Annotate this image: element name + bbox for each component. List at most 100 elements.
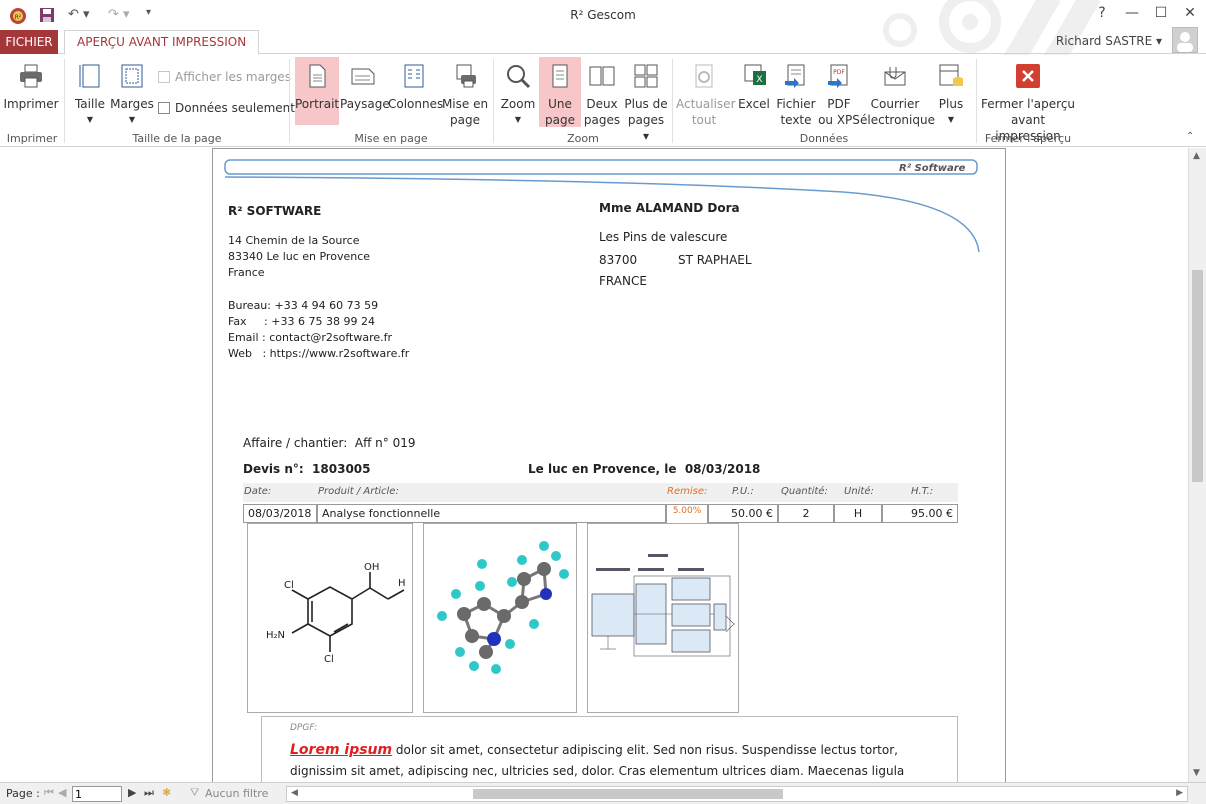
group-donnees: Données xyxy=(799,132,849,145)
dpgf-label: DPGF: xyxy=(290,723,318,733)
lorem-heading: Lorem ipsum xyxy=(290,742,393,758)
minimize-button[interactable]: — xyxy=(1118,5,1146,21)
cell-pu: 50.00 € xyxy=(708,504,778,523)
collapse-ribbon-icon[interactable]: ⌃ xyxy=(1186,131,1194,142)
more-export-button[interactable]: Plus ▼ xyxy=(931,57,971,127)
company-web: Web : https://www.r2software.fr xyxy=(228,347,410,360)
close-icon xyxy=(1016,64,1040,88)
group-taille-de-la-page: Taille de la page xyxy=(132,132,222,145)
company-name: R² SOFTWARE xyxy=(228,204,322,218)
table-header: Date: Produit / Article: Remise: P.U.: Q… xyxy=(243,483,958,502)
chevron-down-icon: ▼ xyxy=(86,115,94,124)
user-name[interactable]: Richard SASTRE ▾ xyxy=(1056,34,1162,48)
zoom-button[interactable]: Zoom ▼ xyxy=(498,57,538,127)
cell-date: 08/03/2018 xyxy=(243,504,317,523)
more-pages-button[interactable]: Plus de pages ▾ xyxy=(623,57,669,143)
separator xyxy=(672,59,673,143)
tab-apercu-avant-impression[interactable]: APERÇU AVANT IMPRESSION xyxy=(64,30,260,55)
print-button[interactable]: Imprimer xyxy=(2,57,60,127)
col-unit: Unité: xyxy=(844,486,874,497)
user-icon xyxy=(1177,32,1193,52)
prev-page-icon[interactable]: ◀ xyxy=(58,786,66,799)
more-pages-icon xyxy=(634,64,658,88)
two-pages-button[interactable]: Deux pages xyxy=(582,57,622,127)
next-page-icon[interactable]: ▶ xyxy=(128,786,136,799)
image-chemical-structure: OH H Cl H₂N Cl xyxy=(247,523,413,713)
new-record-icon[interactable]: ✱ xyxy=(162,786,171,799)
separator xyxy=(289,59,290,143)
lorem-line-2: dignissim sit amet, adipiscing nec, ultr… xyxy=(290,764,905,778)
filter-status[interactable]: Aucun filtre xyxy=(205,787,268,800)
database-export-icon xyxy=(939,64,963,86)
maximize-button[interactable]: ☐ xyxy=(1147,5,1175,21)
place-date: Le luc en Provence, le 08/03/2018 xyxy=(528,462,761,476)
portrait-button[interactable]: Portrait xyxy=(295,57,339,125)
checkbox-box xyxy=(158,71,170,83)
margins-button[interactable]: Marges ▼ xyxy=(110,57,154,127)
filter-icon[interactable]: ⛛ xyxy=(190,786,199,800)
help-button[interactable]: ? xyxy=(1088,5,1116,21)
svg-text:H: H xyxy=(398,578,406,589)
landscape-button[interactable]: Paysage xyxy=(340,57,390,127)
columns-button[interactable]: Colonnes xyxy=(388,57,443,127)
horizontal-scrollbar[interactable]: ◀ ▶ xyxy=(286,786,1188,802)
checkbox-box xyxy=(158,102,170,114)
page-setup-button[interactable]: Mise en page xyxy=(441,57,489,127)
cell-product: Analyse fonctionnelle xyxy=(317,504,666,523)
avatar[interactable] xyxy=(1172,27,1198,53)
one-page-icon xyxy=(552,64,568,88)
svg-text:Cl: Cl xyxy=(324,654,334,665)
close-window-button[interactable]: ✕ xyxy=(1176,5,1204,21)
email-attachment-icon xyxy=(884,67,906,86)
chevron-down-icon: ▼ xyxy=(514,115,522,124)
image-molecule-3d xyxy=(423,523,577,713)
hscroll-thumb[interactable] xyxy=(473,789,783,799)
lorem-line-1: Lorem ipsum dolor sit amet, consectetur … xyxy=(290,742,898,758)
page-number-input[interactable] xyxy=(72,786,122,802)
vertical-scrollbar[interactable]: ▲ ▼ xyxy=(1188,148,1206,782)
svg-text:OH: OH xyxy=(364,562,379,573)
cell-ht: 95.00 € xyxy=(882,504,958,523)
data-only-checkbox[interactable]: Données seulement xyxy=(158,101,295,115)
group-imprimer: Imprimer xyxy=(6,132,58,145)
show-margins-checkbox[interactable]: Afficher les marges xyxy=(158,70,291,84)
ribbon-tabs: FICHIER APERÇU AVANT IMPRESSION Richard … xyxy=(0,30,1206,55)
two-pages-icon xyxy=(589,66,615,86)
text-file-button[interactable]: Fichier texte xyxy=(775,57,817,127)
company-country: France xyxy=(228,266,265,279)
tab-fichier[interactable]: FICHIER xyxy=(0,30,58,54)
scroll-thumb[interactable] xyxy=(1192,270,1203,482)
scroll-up-icon[interactable]: ▲ xyxy=(1193,151,1200,161)
last-page-icon[interactable]: ⏭ xyxy=(144,786,154,800)
title-bar: R² ↶ ▾ ↷ ▾ ▾ R² Gescom ? — ☐ ✕ xyxy=(0,0,1206,60)
devis-number: Devis n°: 1803005 xyxy=(243,462,371,476)
margins-icon xyxy=(121,64,143,88)
size-button[interactable]: Taille ▼ xyxy=(70,57,110,127)
excel-button[interactable]: X Excel xyxy=(734,57,774,127)
pdf-xps-button[interactable]: PDF PDF ou XPS xyxy=(818,57,860,127)
separator xyxy=(976,59,977,143)
chevron-down-icon: ▼ xyxy=(128,115,136,124)
status-bar: Page : ⏮ ◀ ▶ ⏭ ✱ ⛛ Aucun filtre ◀ ▶ xyxy=(0,782,1206,804)
scroll-right-icon[interactable]: ▶ xyxy=(1176,788,1183,798)
cell-unit: H xyxy=(834,504,882,523)
refresh-all-button[interactable]: Actualiser tout xyxy=(676,57,736,127)
dpgf-block: DPGF: Lorem ipsum dolor sit amet, consec… xyxy=(261,716,958,787)
email-button[interactable]: Courrier électronique xyxy=(860,57,935,127)
col-discount: Remise: xyxy=(667,486,708,497)
scroll-down-icon[interactable]: ▼ xyxy=(1193,768,1200,778)
refresh-icon xyxy=(695,64,713,88)
pdf-icon: PDF xyxy=(828,64,848,88)
one-page-button[interactable]: Une page xyxy=(539,57,581,127)
scroll-left-icon[interactable]: ◀ xyxy=(291,788,298,798)
client-address: Les Pins de valescure xyxy=(599,230,728,244)
group-fermer-apercu: Fermer l'aperçu xyxy=(984,132,1072,145)
close-preview-button[interactable]: Fermer l'aperçu avant impression xyxy=(980,57,1076,143)
ribbon: Imprimer Imprimer Taille ▼ Marges ▼ Affi… xyxy=(0,55,1206,147)
first-page-icon[interactable]: ⏮ xyxy=(44,786,54,800)
group-zoom: Zoom xyxy=(567,132,599,145)
header-brand: R² Software xyxy=(899,163,966,174)
columns-icon xyxy=(404,64,424,88)
col-qty: Quantité: xyxy=(781,486,828,497)
company-address1: 14 Chemin de la Source xyxy=(228,234,360,247)
